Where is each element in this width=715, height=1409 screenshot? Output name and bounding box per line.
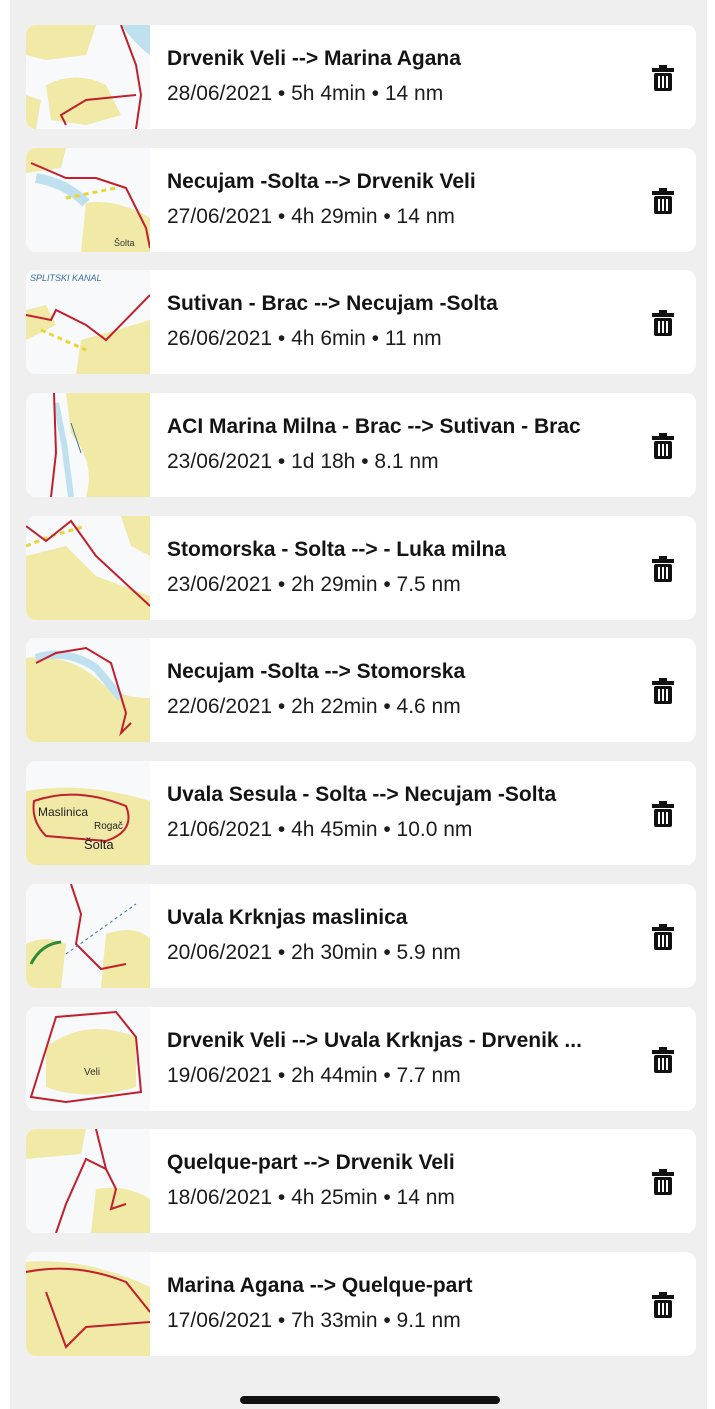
trash-icon[interactable] <box>652 1169 674 1196</box>
trip-title: Uvala Sesula - Solta --> Necujam -Solta <box>167 783 557 807</box>
trip-meta: 26/06/2021 • 4h 6min • 11 nm <box>167 327 442 351</box>
map-label: Šolta <box>114 238 135 248</box>
trash-icon[interactable] <box>652 310 674 337</box>
trip-title: ACI Marina Milna - Brac --> Sutivan - Br… <box>167 415 581 439</box>
route-map-thumbnail: Veli <box>26 1006 150 1111</box>
trip-title: Sutivan - Brac --> Necujam -Solta <box>167 292 498 316</box>
trip-card[interactable]: Maslinica Rogač Šolta Uvala Sesula - Sol… <box>26 761 696 866</box>
trash-icon[interactable] <box>652 1046 674 1073</box>
trip-card[interactable]: Uvala Krknjas maslinica 20/06/2021 • 2h … <box>26 883 696 988</box>
map-label: Rogač <box>94 821 123 832</box>
trash-icon[interactable] <box>652 801 674 828</box>
route-map-thumbnail <box>26 515 150 620</box>
trip-meta: 20/06/2021 • 2h 30min • 5.9 nm <box>167 940 461 964</box>
trip-title: Drvenik Veli --> Uvala Krknjas - Drvenik… <box>167 1028 582 1052</box>
trash-icon[interactable] <box>652 187 674 214</box>
trash-icon[interactable] <box>652 923 674 950</box>
trash-icon[interactable] <box>652 678 674 705</box>
trip-card[interactable]: Quelque-part --> Drvenik Veli 18/06/2021… <box>26 1129 696 1234</box>
trip-list: Drvenik Veli --> Marina Agana 28/06/2021… <box>26 25 696 1375</box>
trip-meta: 21/06/2021 • 4h 45min • 10.0 nm <box>167 818 473 842</box>
route-map-thumbnail <box>26 393 150 498</box>
home-indicator[interactable] <box>240 1396 500 1404</box>
route-map-thumbnail: SPLITSKI KANAL <box>26 270 150 375</box>
trip-meta: 22/06/2021 • 2h 22min • 4.6 nm <box>167 695 461 719</box>
trip-title: Quelque-part --> Drvenik Veli <box>167 1151 455 1175</box>
map-label: Šolta <box>84 837 114 852</box>
trip-card[interactable]: ACI Marina Milna - Brac --> Sutivan - Br… <box>26 393 696 498</box>
trip-title: Marina Agana --> Quelque-part <box>167 1273 473 1297</box>
trash-icon[interactable] <box>652 1291 674 1318</box>
route-map-thumbnail <box>26 25 150 129</box>
route-map-thumbnail <box>26 1251 150 1356</box>
trip-meta: 23/06/2021 • 1d 18h • 8.1 nm <box>167 450 439 474</box>
trip-card[interactable]: Drvenik Veli --> Marina Agana 28/06/2021… <box>26 25 696 129</box>
trip-title: Necujam -Solta --> Drvenik Veli <box>167 169 476 193</box>
trip-meta: 17/06/2021 • 7h 33min • 9.1 nm <box>167 1308 461 1332</box>
route-map-thumbnail: Maslinica Rogač Šolta <box>26 761 150 866</box>
map-label: SPLITSKI KANAL <box>30 273 102 283</box>
trip-meta: 27/06/2021 • 4h 29min • 14 nm <box>167 204 455 228</box>
trash-icon[interactable] <box>652 65 674 91</box>
trip-title: Stomorska - Solta --> - Luka milna <box>167 537 506 561</box>
trash-icon[interactable] <box>652 555 674 582</box>
trip-title: Uvala Krknjas maslinica <box>167 905 408 929</box>
trip-card[interactable]: SPLITSKI KANAL Sutivan - Brac --> Necuja… <box>26 270 696 375</box>
route-map-thumbnail <box>26 638 150 743</box>
trip-card[interactable]: Necujam -Solta --> Stomorska 22/06/2021 … <box>26 638 696 743</box>
map-label: Maslinica <box>38 805 88 819</box>
map-label: Veli <box>84 1067 100 1078</box>
trip-meta: 19/06/2021 • 2h 44min • 7.7 nm <box>167 1063 461 1087</box>
trash-icon[interactable] <box>652 433 674 460</box>
trip-meta: 28/06/2021 • 5h 4min • 14 nm <box>167 82 444 105</box>
trip-title: Drvenik Veli --> Marina Agana <box>167 47 461 70</box>
trip-card[interactable]: Šolta Necujam -Solta --> Drvenik Veli 27… <box>26 147 696 252</box>
trip-card[interactable]: Stomorska - Solta --> - Luka milna 23/06… <box>26 515 696 620</box>
trip-card[interactable]: Veli Drvenik Veli --> Uvala Krknjas - Dr… <box>26 1006 696 1111</box>
trip-meta: 23/06/2021 • 2h 29min • 7.5 nm <box>167 572 461 596</box>
screen: Drvenik Veli --> Marina Agana 28/06/2021… <box>10 0 707 1409</box>
route-map-thumbnail <box>26 1129 150 1234</box>
trip-meta: 18/06/2021 • 4h 25min • 14 nm <box>167 1186 455 1210</box>
route-map-thumbnail <box>26 883 150 988</box>
route-map-thumbnail: Šolta <box>26 147 150 252</box>
trip-card[interactable]: Marina Agana --> Quelque-part 17/06/2021… <box>26 1251 696 1356</box>
trip-title: Necujam -Solta --> Stomorska <box>167 660 466 684</box>
